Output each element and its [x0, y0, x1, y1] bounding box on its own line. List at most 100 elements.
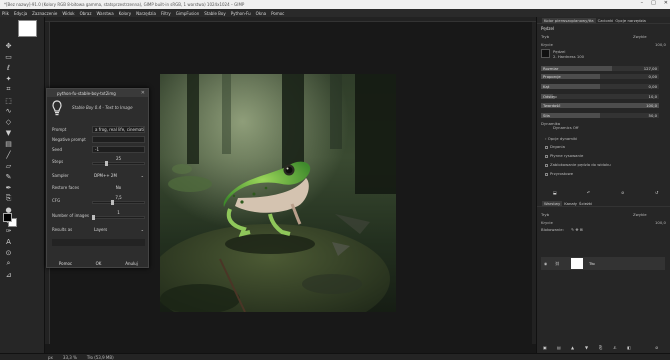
layer-mask-icon[interactable]: ◧: [627, 345, 631, 350]
menu-colors[interactable]: Kolory: [119, 11, 131, 16]
duplicate-layer-icon[interactable]: ⎘: [599, 345, 602, 350]
eraser-icon[interactable]: ▱: [3, 161, 14, 171]
prompt-input[interactable]: a frog, real life, cinematic: [92, 126, 145, 133]
reset-options-icon[interactable]: ↺: [655, 190, 658, 195]
fuzzy-select-icon[interactable]: ✦: [3, 74, 14, 84]
cage-icon[interactable]: ◇: [3, 117, 14, 127]
lock-icons[interactable]: ✎ ✥ ⊞: [571, 227, 583, 232]
cancel-button[interactable]: Anuluj: [118, 260, 145, 267]
airbrush-icon[interactable]: ✎: [3, 172, 14, 182]
raise-layer-icon[interactable]: ▲: [571, 345, 574, 350]
tab-channels[interactable]: Kanały: [564, 201, 577, 206]
maximize-button[interactable]: □: [651, 0, 656, 6]
menu-edit[interactable]: Edycja: [14, 11, 27, 16]
tab-paths[interactable]: Ścieżki: [579, 201, 592, 206]
path-icon[interactable]: ✑: [3, 226, 14, 236]
number-of-images-slider-handle[interactable]: [92, 215, 95, 220]
menu-filters[interactable]: Filtry: [161, 11, 171, 16]
angle-slider[interactable]: Kąt 0,00: [541, 84, 659, 89]
color-picker-icon[interactable]: ⊙: [3, 248, 14, 258]
tab-fg-bg-color[interactable]: Kolor pierwszoplanowy/tła: [542, 17, 596, 23]
new-layer-icon[interactable]: ▣: [543, 345, 547, 350]
tab-tool-options[interactable]: Opcje narzędzia: [615, 18, 646, 23]
image-thumbnail[interactable]: [18, 20, 37, 37]
menu-view[interactable]: Widok: [62, 11, 74, 16]
minimize-button[interactable]: –: [641, 0, 644, 6]
lock-brush-to-view-checkbox[interactable]: Zablokowanie pędzla do widoku: [545, 162, 611, 167]
negative-prompt-input[interactable]: [92, 136, 145, 143]
brush-name[interactable]: 2. Hardness 100: [553, 54, 584, 59]
number-of-images-slider[interactable]: [92, 216, 145, 219]
unified-transform-icon[interactable]: ⬚: [3, 95, 14, 105]
dynamics-options-expander[interactable]: › Opcje dynamiki: [545, 136, 577, 141]
menu-layer[interactable]: Warstwa: [96, 11, 113, 16]
tab-fonts[interactable]: Czcionki: [598, 18, 614, 23]
dialog-close-icon[interactable]: ✕: [141, 90, 145, 96]
rect-select-icon[interactable]: ▭: [3, 52, 14, 62]
menu-tools[interactable]: Narzędzia: [136, 11, 156, 16]
dialog-titlebar: python-fu-stable-boy-txt2img ✕: [47, 89, 148, 97]
spacing-slider[interactable]: Odstęp 10,0: [541, 94, 659, 99]
layers-opacity-value[interactable]: 100,0: [655, 220, 666, 225]
delete-options-icon[interactable]: ⊘: [621, 190, 624, 195]
cfg-slider[interactable]: [92, 201, 145, 204]
size-slider[interactable]: Rozmiar 127,00: [541, 66, 659, 71]
menu-stable-boy[interactable]: Stable Boy: [204, 11, 226, 16]
force-slider[interactable]: Siła 50,0: [541, 113, 659, 118]
anchor-layer-icon[interactable]: ⚓: [613, 345, 617, 350]
steps-slider[interactable]: [92, 162, 145, 165]
chain-icon[interactable]: ⛓: [555, 261, 560, 266]
cfg-slider-handle[interactable]: [110, 200, 114, 205]
menu-image[interactable]: Obraz: [80, 11, 92, 16]
close-button[interactable]: ✕: [664, 0, 668, 6]
bucket-fill-icon[interactable]: ▼: [3, 128, 14, 138]
jitter-checkbox[interactable]: Drgania: [545, 144, 565, 149]
layer-row[interactable]: ◉ ⛓ Tło: [541, 257, 665, 270]
aspect-ratio-slider[interactable]: Proporcje 0,00: [541, 74, 659, 79]
zoom-select[interactable]: 33,3 %: [63, 355, 77, 360]
move-icon[interactable]: ✥: [3, 41, 14, 51]
new-layer-group-icon[interactable]: ▤: [557, 345, 561, 350]
layer-name[interactable]: Tło: [589, 261, 595, 266]
restore-options-icon[interactable]: ↶: [587, 190, 590, 195]
unit-select[interactable]: px: [48, 355, 53, 360]
ink-icon[interactable]: ✒: [3, 183, 14, 193]
restore-faces-toggle[interactable]: No: [92, 184, 145, 191]
ok-button[interactable]: OK: [85, 260, 112, 267]
sampler-select[interactable]: DPM++ 2M ⌄: [92, 172, 145, 179]
menu-windows[interactable]: Okna: [256, 11, 266, 16]
opacity-value[interactable]: 100,0: [655, 42, 666, 47]
lasso-icon[interactable]: ℓ: [3, 63, 14, 73]
incremental-checkbox[interactable]: Przyrostowe: [545, 171, 573, 176]
lower-layer-icon[interactable]: ▼: [585, 345, 588, 350]
gradient-icon[interactable]: ▤: [3, 139, 14, 149]
canvas-image[interactable]: [160, 74, 396, 312]
menu-select[interactable]: Zaznaczenie: [32, 11, 57, 16]
mode-select[interactable]: Zwykle: [633, 34, 647, 39]
paintbrush-icon[interactable]: ╱: [3, 150, 14, 160]
warp-icon[interactable]: ∿: [3, 106, 14, 116]
help-button[interactable]: Pomoc: [52, 260, 79, 267]
crop-icon[interactable]: ⌗: [3, 85, 14, 95]
text-icon[interactable]: A: [3, 237, 14, 247]
results-as-select[interactable]: Layers ⌄: [92, 226, 145, 233]
save-options-icon[interactable]: ⬓: [553, 190, 557, 195]
layers-mode-select[interactable]: Zwykle: [633, 212, 647, 217]
smooth-stroke-checkbox[interactable]: Płynne rysowanie: [545, 153, 583, 158]
menu-python-fu[interactable]: Python-Fu: [231, 11, 251, 16]
menu-help[interactable]: Pomoc: [271, 11, 284, 16]
eye-icon[interactable]: ◉: [544, 261, 547, 266]
zoom-icon[interactable]: ⌕: [3, 259, 14, 269]
foreground-color-swatch[interactable]: [3, 213, 12, 222]
steps-slider-handle[interactable]: [104, 161, 108, 166]
delete-layer-icon[interactable]: ⊘: [655, 345, 658, 350]
measure-icon[interactable]: ⊿: [3, 270, 14, 280]
dynamics-select[interactable]: Dynamics Off: [553, 125, 579, 130]
clone-icon[interactable]: ⎘: [3, 193, 14, 203]
menu-gimpfusion[interactable]: GimpFusion: [176, 11, 199, 16]
tab-layers[interactable]: Warstwy: [542, 200, 563, 206]
hardness-slider[interactable]: Twardość 100,0: [541, 103, 659, 108]
menu-file[interactable]: Plik: [2, 11, 9, 16]
seed-input[interactable]: -1: [92, 146, 145, 153]
brush-preview[interactable]: [541, 49, 550, 58]
